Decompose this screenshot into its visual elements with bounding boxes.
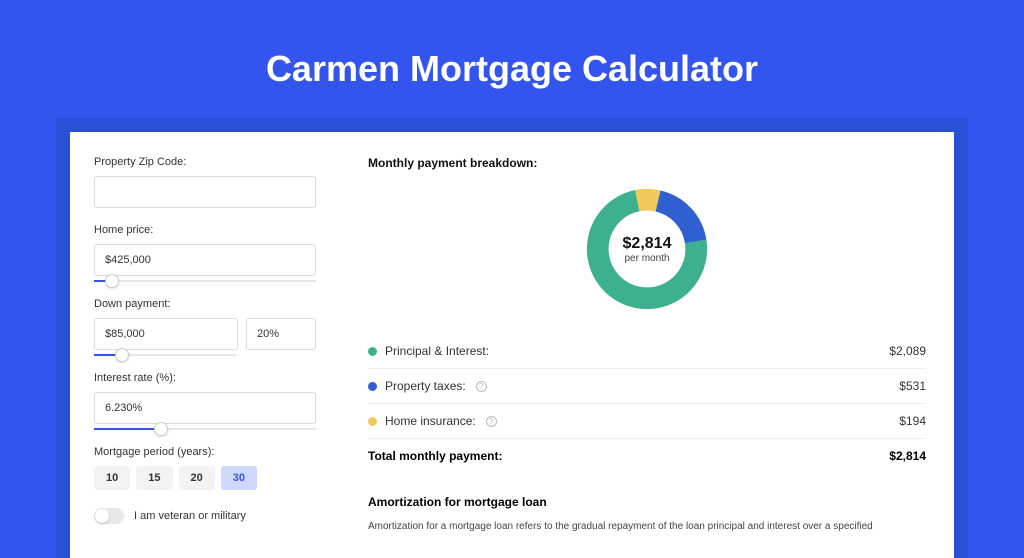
donut-amount: $2,814 (623, 235, 672, 253)
slider-fill (94, 428, 161, 430)
breakdown-column: Monthly payment breakdown: $2,814 per mo… (340, 132, 954, 558)
toggle-knob (95, 509, 109, 523)
down-payment-slider[interactable] (94, 354, 236, 356)
breakdown-title: Monthly payment breakdown: (368, 156, 926, 170)
home-price-input[interactable] (94, 244, 316, 276)
amortization-title: Amortization for mortgage loan (368, 495, 926, 509)
slider-thumb[interactable] (115, 348, 129, 362)
legend-dot-icon (368, 347, 377, 356)
legend-row: Property taxes:? $531 (368, 369, 926, 404)
total-row: Total monthly payment: $2,814 (368, 439, 926, 473)
calculator-panel: Property Zip Code: Home price: Down paym… (70, 132, 954, 558)
page-title: Carmen Mortgage Calculator (56, 48, 968, 90)
legend-dot-icon (368, 382, 377, 391)
down-payment-label: Down payment: (94, 298, 316, 310)
donut-sub: per month (624, 253, 669, 264)
legend-row: Principal & Interest: $2,089 (368, 334, 926, 369)
zip-input[interactable] (94, 176, 316, 208)
legend-value: $194 (899, 414, 926, 428)
legend-list: Principal & Interest: $2,089 Property taxe… (368, 334, 926, 439)
interest-rate-slider[interactable] (94, 428, 316, 430)
legend-value: $2,089 (889, 344, 926, 358)
interest-rate-label: Interest rate (%): (94, 372, 316, 384)
total-value: $2,814 (889, 449, 926, 463)
donut-area: $2,814 per month (368, 184, 926, 314)
mortgage-period-group: 1015 2030 (94, 466, 316, 490)
period-option-15[interactable]: 15 (136, 466, 172, 490)
period-option-20[interactable]: 20 (179, 466, 215, 490)
legend-row: Home insurance:? $194 (368, 404, 926, 439)
donut-center: $2,814 per month (582, 184, 712, 314)
slider-thumb[interactable] (154, 422, 168, 436)
help-icon[interactable]: ? (486, 416, 497, 427)
veteran-toggle[interactable] (94, 508, 124, 524)
help-icon[interactable]: ? (476, 381, 487, 392)
total-label: Total monthly payment: (368, 449, 502, 463)
legend-label: Home insurance: (385, 414, 476, 428)
home-price-slider[interactable] (94, 280, 316, 282)
interest-rate-input[interactable] (94, 392, 316, 424)
amortization-text: Amortization for a mortgage loan refers … (368, 519, 926, 534)
period-option-30[interactable]: 30 (221, 466, 257, 490)
down-payment-pct-input[interactable] (246, 318, 316, 350)
home-price-label: Home price: (94, 224, 316, 236)
down-payment-input[interactable] (94, 318, 238, 350)
donut-chart: $2,814 per month (582, 184, 712, 314)
panel-backdrop: Property Zip Code: Home price: Down paym… (56, 118, 968, 558)
mortgage-period-label: Mortgage period (years): (94, 446, 316, 458)
legend-value: $531 (899, 379, 926, 393)
period-option-10[interactable]: 10 (94, 466, 130, 490)
legend-label: Property taxes: (385, 379, 466, 393)
legend-dot-icon (368, 417, 377, 426)
legend-label: Principal & Interest: (385, 344, 489, 358)
inputs-column: Property Zip Code: Home price: Down paym… (70, 132, 340, 558)
slider-thumb[interactable] (105, 274, 119, 288)
zip-label: Property Zip Code: (94, 156, 316, 168)
